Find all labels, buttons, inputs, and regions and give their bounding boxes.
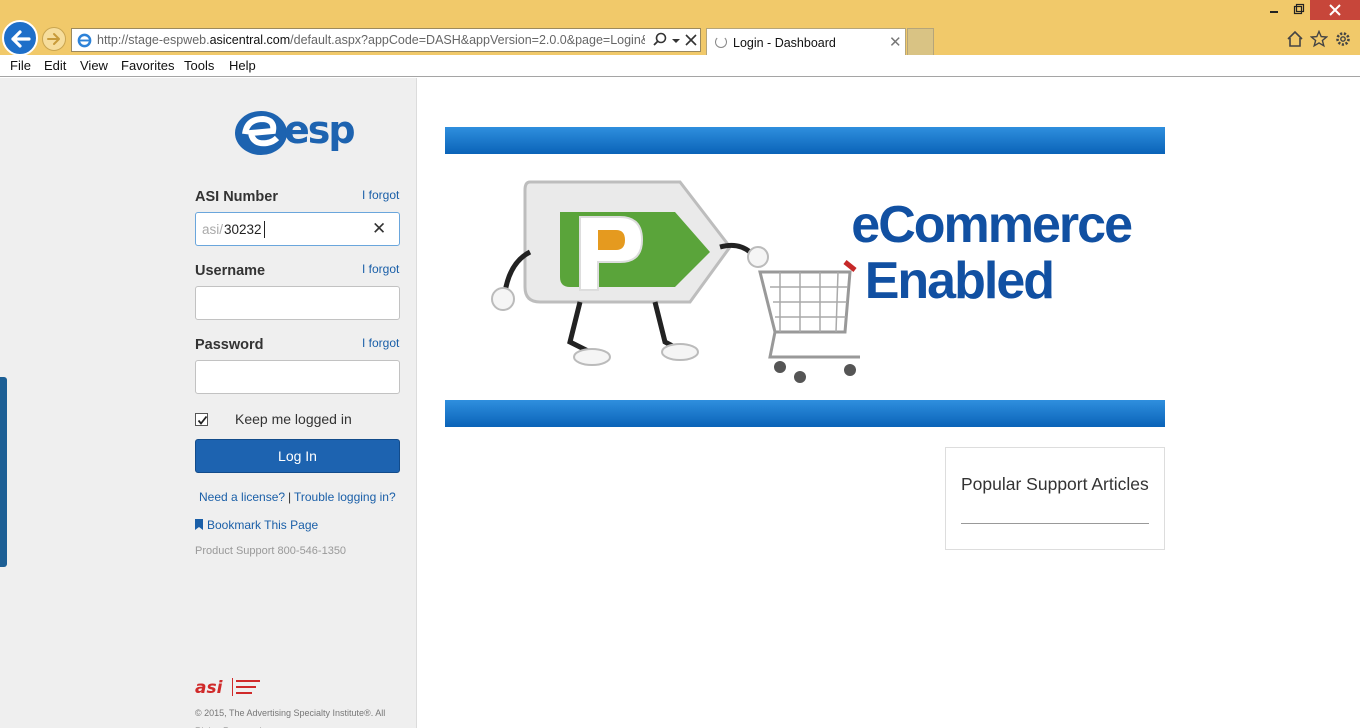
svg-text:asi: asi <box>195 678 224 698</box>
menu-file[interactable]: File <box>10 58 31 73</box>
home-icon[interactable] <box>1286 30 1304 48</box>
product-support-text: Product Support 800-546-1350 <box>195 545 347 557</box>
login-panel <box>0 78 417 728</box>
banner-stripe-top <box>445 127 1165 154</box>
bookmark-label: Bookmark This Page <box>207 518 319 532</box>
loading-icon <box>715 36 727 48</box>
address-bar[interactable]: http://stage-espweb.asicentral.com/defau… <box>71 28 701 52</box>
tab-title: Login - Dashboard <box>733 36 836 50</box>
asi-number-label: ASI Number <box>195 189 278 205</box>
password-input[interactable] <box>195 360 400 394</box>
menu-favorites[interactable]: Favorites <box>121 58 174 73</box>
search-icon[interactable] <box>652 31 668 49</box>
keep-logged-in-checkbox[interactable] <box>195 413 208 426</box>
close-tab-icon[interactable]: ✕ <box>889 33 902 51</box>
restore-icon[interactable] <box>1286 0 1310 20</box>
new-tab-button[interactable] <box>907 28 934 55</box>
ie-icon <box>77 33 92 48</box>
gear-icon[interactable] <box>1334 30 1352 48</box>
side-drawer-handle[interactable] <box>0 377 7 567</box>
copyright-text: © 2015, The Advertising Specialty Instit… <box>195 708 386 728</box>
url-text[interactable]: http://stage-espweb.asicentral.com/defau… <box>97 33 645 47</box>
link-separator: | <box>288 490 292 504</box>
bookmark-page-link[interactable]: Bookmark This Page <box>195 518 318 532</box>
password-label: Password <box>195 337 264 353</box>
favorites-star-icon[interactable] <box>1310 30 1328 48</box>
forward-button[interactable] <box>42 27 66 51</box>
stop-icon[interactable] <box>684 31 698 49</box>
browser-titlebar: http://stage-espweb.asicentral.com/defau… <box>0 0 1360 56</box>
asi-prefix: asi/ <box>202 222 224 237</box>
back-arrow-icon <box>11 30 31 48</box>
banner-stripe-bottom <box>445 400 1165 427</box>
keep-logged-in-label[interactable]: Keep me logged in <box>235 411 352 427</box>
asi-number-input[interactable]: asi/ 30232 ✕ <box>195 212 400 246</box>
menu-tools[interactable]: Tools <box>184 58 214 73</box>
minimize-icon[interactable] <box>1262 0 1286 20</box>
bookmark-icon <box>195 519 203 530</box>
tab-login-dashboard[interactable]: Login - Dashboard ✕ <box>706 28 906 55</box>
asi-logo: asi <box>195 678 260 698</box>
menu-view[interactable]: View <box>80 58 108 73</box>
trouble-logging-in-link[interactable]: Trouble logging in? <box>294 490 396 504</box>
login-button[interactable]: Log In <box>195 439 400 473</box>
clear-icon[interactable]: ✕ <box>372 219 386 239</box>
forgot-username-link[interactable]: I forgot <box>362 262 399 276</box>
forgot-password-link[interactable]: I forgot <box>362 336 399 350</box>
banner-line2: Enabled <box>864 252 1055 310</box>
asi-number-value: 30232 <box>224 222 262 237</box>
window-close-button[interactable] <box>1310 0 1360 20</box>
text-caret <box>264 221 265 238</box>
username-input[interactable] <box>195 286 400 320</box>
close-icon <box>1329 4 1341 16</box>
popular-support-articles-panel: Popular Support Articles <box>945 447 1165 550</box>
banner-line1: eCommerce <box>851 196 1133 254</box>
forward-arrow-icon <box>47 33 60 45</box>
forgot-asi-link[interactable]: I forgot <box>362 188 399 202</box>
chevron-down-icon[interactable] <box>670 31 682 49</box>
need-license-link[interactable]: Need a license? <box>199 490 285 504</box>
username-label: Username <box>195 263 266 279</box>
checkmark-icon <box>197 415 208 425</box>
banner-headline: eCommerce Enabled <box>845 196 1133 310</box>
menu-help[interactable]: Help <box>229 58 256 73</box>
back-button[interactable] <box>2 20 38 56</box>
menu-bar: File Edit View Favorites Tools Help <box>0 55 1360 77</box>
svg-text:esp: esp <box>284 108 354 152</box>
popular-support-title: Popular Support Articles <box>961 474 1149 494</box>
esp-logo: esp <box>235 108 356 155</box>
ecommerce-banner: eCommerce Enabled <box>445 127 1165 427</box>
divider <box>961 523 1149 524</box>
menu-edit[interactable]: Edit <box>44 58 66 73</box>
cart-mascot-illustration <box>491 180 860 383</box>
